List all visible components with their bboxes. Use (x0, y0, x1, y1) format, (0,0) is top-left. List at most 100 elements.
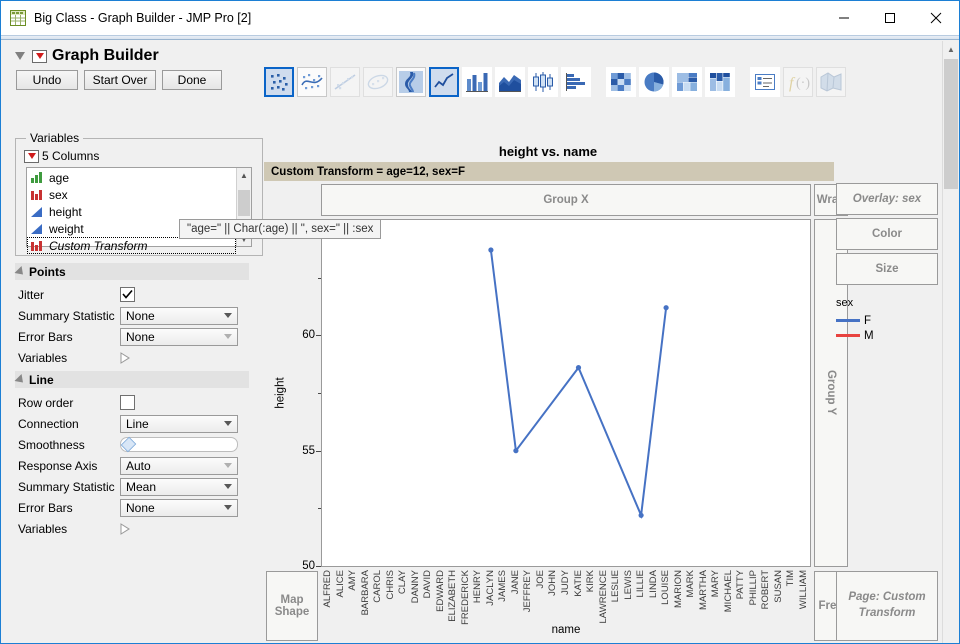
variable-label: sex (49, 187, 68, 202)
data-point[interactable] (638, 512, 644, 518)
smoothness-slider-knob[interactable] (120, 436, 137, 453)
legend-entry-m[interactable]: M (836, 328, 941, 343)
row-order-checkbox[interactable] (120, 395, 135, 410)
data-point[interactable] (488, 247, 494, 253)
columns-red-triangle-icon[interactable] (24, 149, 39, 163)
treemap-icon[interactable] (672, 67, 702, 97)
section-disclosure-icon[interactable] (14, 373, 27, 386)
x-tick-label: CHRIS (384, 570, 396, 600)
x-tick-label: LEWIS (622, 570, 634, 600)
pie-icon[interactable] (639, 67, 669, 97)
data-point[interactable] (663, 305, 669, 311)
x-tick-label: WILLIAM (797, 570, 809, 610)
scroll-up-icon[interactable]: ▲ (237, 168, 251, 182)
points-summary-statistic-select[interactable]: None (120, 306, 238, 325)
legend-icon[interactable] (750, 67, 780, 97)
formula-icon[interactable]: f (·) (783, 67, 813, 97)
variable-item-height[interactable]: height (27, 203, 236, 220)
area-icon[interactable] (495, 67, 525, 97)
y-tick-label: 50 (302, 560, 315, 572)
scroll-thumb[interactable] (944, 59, 958, 189)
line-variables-label: Variables (18, 521, 68, 536)
svg-text:f: f (789, 75, 796, 92)
response-axis-value: Auto (126, 458, 151, 473)
line-error-bars-select[interactable]: None (120, 498, 238, 517)
scroll-track-top[interactable] (237, 182, 251, 190)
points-error-bars-value: None (126, 329, 155, 344)
red-triangle-menu-icon[interactable] (32, 49, 47, 63)
bar-icon[interactable] (462, 67, 492, 97)
points-summary-statistic-row: Summary Statistic None (15, 305, 249, 326)
scroll-thumb[interactable] (238, 190, 250, 216)
disclosure-triangle-icon[interactable] (15, 52, 25, 60)
line-icon[interactable] (429, 67, 459, 97)
row-order-row: Row order (15, 392, 249, 413)
points-error-bars-select[interactable]: None (120, 327, 238, 346)
start-over-button[interactable]: Start Over (84, 70, 156, 90)
x-tick-label: DANNY (409, 570, 421, 604)
variable-label: Custom Transform (49, 238, 148, 253)
y-tick-label: 55 (302, 444, 315, 457)
line-summary-statistic-select[interactable]: Mean (120, 477, 238, 496)
legend-entry-f[interactable]: F (836, 313, 941, 328)
graph-element-toolbar: f (·) (264, 67, 846, 97)
action-buttons: Undo Start Over Done (16, 70, 222, 90)
variable-label: age (49, 170, 70, 185)
response-axis-select[interactable]: Auto (120, 456, 238, 475)
x-tick-label: HENRY (472, 570, 484, 604)
points-variables-expander[interactable] (120, 351, 140, 364)
y-axis-title: height (274, 377, 287, 409)
x-tick-label: MARION (672, 570, 684, 608)
box-plot-icon[interactable] (528, 67, 558, 97)
histogram-icon[interactable] (561, 67, 591, 97)
undo-button[interactable]: Undo (16, 70, 78, 90)
close-button[interactable] (913, 1, 959, 35)
dropzone-map-shape[interactable]: Map Shape (266, 571, 318, 641)
contour-icon[interactable] (396, 67, 426, 97)
points-icon[interactable] (264, 67, 294, 97)
plot-frame[interactable] (321, 219, 811, 567)
section-disclosure-icon[interactable] (14, 265, 27, 278)
done-button[interactable]: Done (162, 70, 222, 90)
jmp-window: Big Class - Graph Builder - JMP Pro [2] … (0, 0, 960, 644)
y-axis: height 50 55 60 (274, 219, 321, 572)
variable-label: weight (49, 221, 84, 236)
points-section-header[interactable]: Points (14, 263, 249, 280)
dropzone-label: Size (875, 263, 899, 275)
column-count-row: 5 Columns (24, 149, 99, 163)
variable-item-age[interactable]: age (27, 169, 236, 186)
dropzone-size[interactable]: Size (836, 253, 938, 285)
smoother-icon[interactable] (297, 67, 327, 97)
variable-item-sex[interactable]: sex (27, 186, 236, 203)
mosaic-icon[interactable] (705, 67, 735, 97)
chevron-down-icon (224, 420, 232, 426)
data-point[interactable] (575, 365, 582, 371)
line-of-fit-icon[interactable] (330, 67, 360, 97)
scroll-up-icon[interactable]: ▲ (943, 41, 959, 58)
line-variables-expander[interactable] (120, 522, 140, 535)
map-shape-icon[interactable] (816, 67, 846, 97)
line-section-header[interactable]: Line (14, 371, 249, 388)
connection-select[interactable]: Line (120, 414, 238, 433)
maximize-button[interactable] (867, 1, 913, 35)
jmp-table-icon (10, 10, 26, 26)
dropzone-overlay[interactable]: Overlay: sex (836, 183, 938, 215)
data-point[interactable] (513, 448, 519, 454)
line-error-bars-value: None (126, 500, 155, 515)
dropzone-label: Group Y (825, 370, 837, 416)
heatmap-icon[interactable] (606, 67, 636, 97)
x-tick-label: BARBARA (359, 570, 371, 616)
dropzone-group-x[interactable]: Group X (321, 184, 811, 216)
dropzone-page[interactable]: Page: Custom Transform (836, 571, 938, 641)
smoothness-slider[interactable] (120, 436, 238, 453)
window-controls (821, 1, 959, 35)
jitter-checkbox[interactable] (120, 287, 135, 302)
ellipse-icon[interactable] (363, 67, 393, 97)
minimize-button[interactable] (821, 1, 867, 35)
x-tick-label: MARY (710, 570, 722, 598)
report-scrollbar[interactable]: ▲ (942, 41, 958, 643)
jitter-label: Jitter (18, 287, 45, 302)
variable-item-custom-transform[interactable]: Custom Transform (27, 237, 236, 254)
x-tick-label: KIRK (585, 570, 597, 593)
dropzone-color[interactable]: Color (836, 218, 938, 250)
